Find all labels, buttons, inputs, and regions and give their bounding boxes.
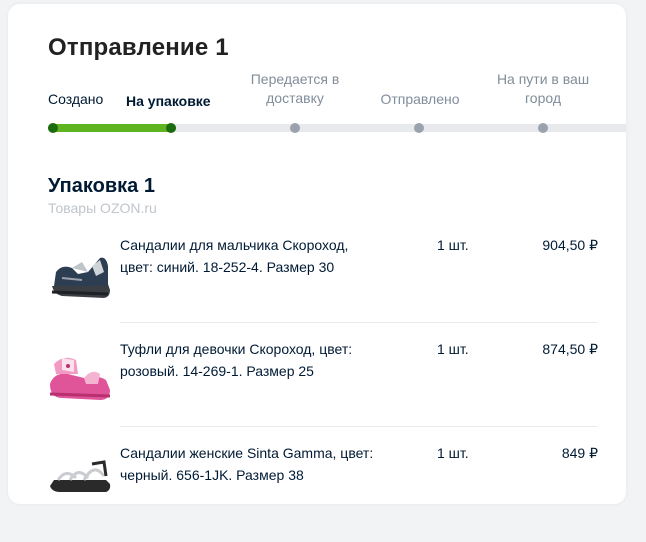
item-quantity: 1 шт. bbox=[437, 237, 469, 253]
women-sandal-icon[interactable] bbox=[48, 456, 112, 520]
girl-shoe-icon[interactable] bbox=[48, 344, 112, 408]
item-divider bbox=[120, 322, 597, 323]
item-divider bbox=[120, 426, 597, 427]
step-in-transit-label: На пути в ваш город bbox=[496, 71, 590, 106]
boy-sandal-icon[interactable] bbox=[48, 242, 112, 306]
step-sent-label: Отправлено bbox=[380, 91, 460, 107]
item-price: 849 ₽ bbox=[561, 445, 598, 461]
item-name[interactable]: Сандалии для мальчика Скороход, цвет: си… bbox=[120, 234, 380, 278]
step-handover-label: Передается в доставку bbox=[250, 71, 340, 106]
order-item: Туфли для девочки Скороход, цвет: розовы… bbox=[48, 338, 598, 438]
item-quantity: 1 шт. bbox=[437, 445, 469, 461]
item-price: 904,50 ₽ bbox=[542, 237, 598, 253]
shipment-status-steps: Создано На упаковке Передается в доставк… bbox=[0, 68, 646, 118]
step-dot-handover bbox=[290, 123, 300, 133]
item-name[interactable]: Туфли для девочки Скороход, цвет: розовы… bbox=[120, 338, 380, 382]
step-dot-sent bbox=[414, 123, 424, 133]
step-dot-packing bbox=[166, 123, 176, 133]
order-item: Сандалии женские Sinta Gamma, цвет: черн… bbox=[48, 442, 598, 542]
package-title: Упаковка 1 bbox=[48, 175, 155, 197]
progress-fill bbox=[48, 124, 176, 132]
item-quantity: 1 шт. bbox=[437, 341, 469, 357]
item-name[interactable]: Сандалии женские Sinta Gamma, цвет: черн… bbox=[120, 442, 380, 486]
package-seller: Товары OZON.ru bbox=[48, 200, 157, 216]
step-dot-in-transit bbox=[538, 123, 548, 133]
item-price: 874,50 ₽ bbox=[542, 341, 598, 357]
step-packing-label: На упаковке bbox=[126, 93, 211, 109]
step-created-label: Создано bbox=[48, 91, 104, 107]
step-dot-created bbox=[48, 123, 58, 133]
order-item: Сандалии для мальчика Скороход, цвет: си… bbox=[48, 234, 598, 334]
shipment-title: Отправление 1 bbox=[48, 34, 229, 61]
